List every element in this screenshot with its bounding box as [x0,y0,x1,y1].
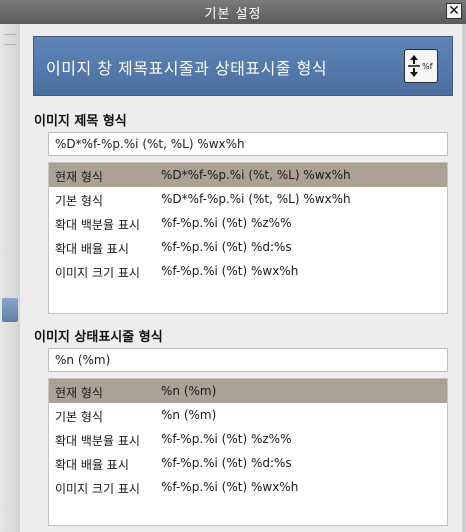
category-sidebar [0,24,21,532]
window-title: 기본 설정 [204,7,262,22]
close-icon: ✕ [448,3,460,19]
list-item[interactable]: 기본 형식 %n (%m) [49,403,447,427]
preset-name: 확대 배율 표시 [55,242,129,256]
preset-format: %D*%f-%p.%i (%t, %L) %wx%h [161,168,351,182]
window-border [462,24,466,532]
list-item[interactable]: 확대 백분율 표시 %f-%p.%i (%t) %z%% [49,427,447,451]
status-format-list[interactable]: 현재 형식 %n (%m) 기본 형식 %n (%m) 확대 백분율 표시 %f… [48,378,448,526]
preset-format: %f-%p.%i (%t) %d:%s [161,456,292,470]
preset-name: 기본 형식 [55,194,103,208]
list-item[interactable]: 현재 형식 %n (%m) [49,379,447,403]
preset-format: %f-%p.%i (%t) %d:%s [161,240,292,254]
title-format-input[interactable] [48,132,448,156]
title-bar[interactable]: 기본 설정 ✕ [0,0,466,24]
status-format-label: 이미지 상태표시줄 형식 [34,330,163,345]
preset-format: %n (%m) [161,384,217,398]
svg-text:%f: %f [422,62,433,71]
preset-name: 현재 형식 [55,170,103,184]
preset-format: %f-%p.%i (%t) %z%% [161,432,292,446]
title-format-list[interactable]: 현재 형식 %D*%f-%p.%i (%t, %L) %wx%h 기본 형식 %… [48,162,448,314]
preset-name: 확대 백분율 표시 [55,218,140,232]
preset-name: 확대 배율 표시 [55,458,129,472]
sidebar-divider [4,44,16,45]
settings-panel: 이미지 창 제목표시줄과 상태표시줄 형식 %f 이미지 제목 형식 현재 형식… [20,24,462,532]
preset-format: %f-%p.%i (%t) %wx%h [161,480,299,494]
preset-format: %f-%p.%i (%t) %wx%h [161,264,299,278]
format-percent-icon: %f [404,49,438,83]
preset-name: 확대 백분율 표시 [55,434,140,448]
sidebar-divider [4,34,16,35]
preset-name: 기본 형식 [55,410,103,424]
preset-name: 현재 형식 [55,386,103,400]
list-item[interactable]: 확대 백분율 표시 %f-%p.%i (%t) %z%% [49,211,447,235]
list-item[interactable]: 확대 배율 표시 %f-%p.%i (%t) %d:%s [49,451,447,475]
list-item[interactable]: 확대 배율 표시 %f-%p.%i (%t) %d:%s [49,235,447,259]
status-format-input[interactable] [48,348,448,372]
preset-format: %D*%f-%p.%i (%t, %L) %wx%h [161,192,351,206]
preset-format: %f-%p.%i (%t) %z%% [161,216,292,230]
list-item[interactable]: 이미지 크기 표시 %f-%p.%i (%t) %wx%h [49,475,447,499]
title-format-label: 이미지 제목 형식 [34,114,127,129]
preset-format: %n (%m) [161,408,217,422]
close-button[interactable]: ✕ [446,3,462,19]
preferences-window: 기본 설정 ✕ 이미지 창 제목표시줄과 상태표시줄 형식 %f 이미지 제목 … [0,0,466,532]
preset-name: 이미지 크기 표시 [55,482,140,496]
list-item[interactable]: 이미지 크기 표시 %f-%p.%i (%t) %wx%h [49,259,447,283]
page-header: 이미지 창 제목표시줄과 상태표시줄 형식 %f [33,36,453,96]
list-item[interactable]: 기본 형식 %D*%f-%p.%i (%t, %L) %wx%h [49,187,447,211]
page-title: 이미지 창 제목표시줄과 상태표시줄 형식 [46,59,328,78]
preset-name: 이미지 크기 표시 [55,266,140,280]
sidebar-selected-tab[interactable] [2,298,18,322]
list-item[interactable]: 현재 형식 %D*%f-%p.%i (%t, %L) %wx%h [49,163,447,187]
